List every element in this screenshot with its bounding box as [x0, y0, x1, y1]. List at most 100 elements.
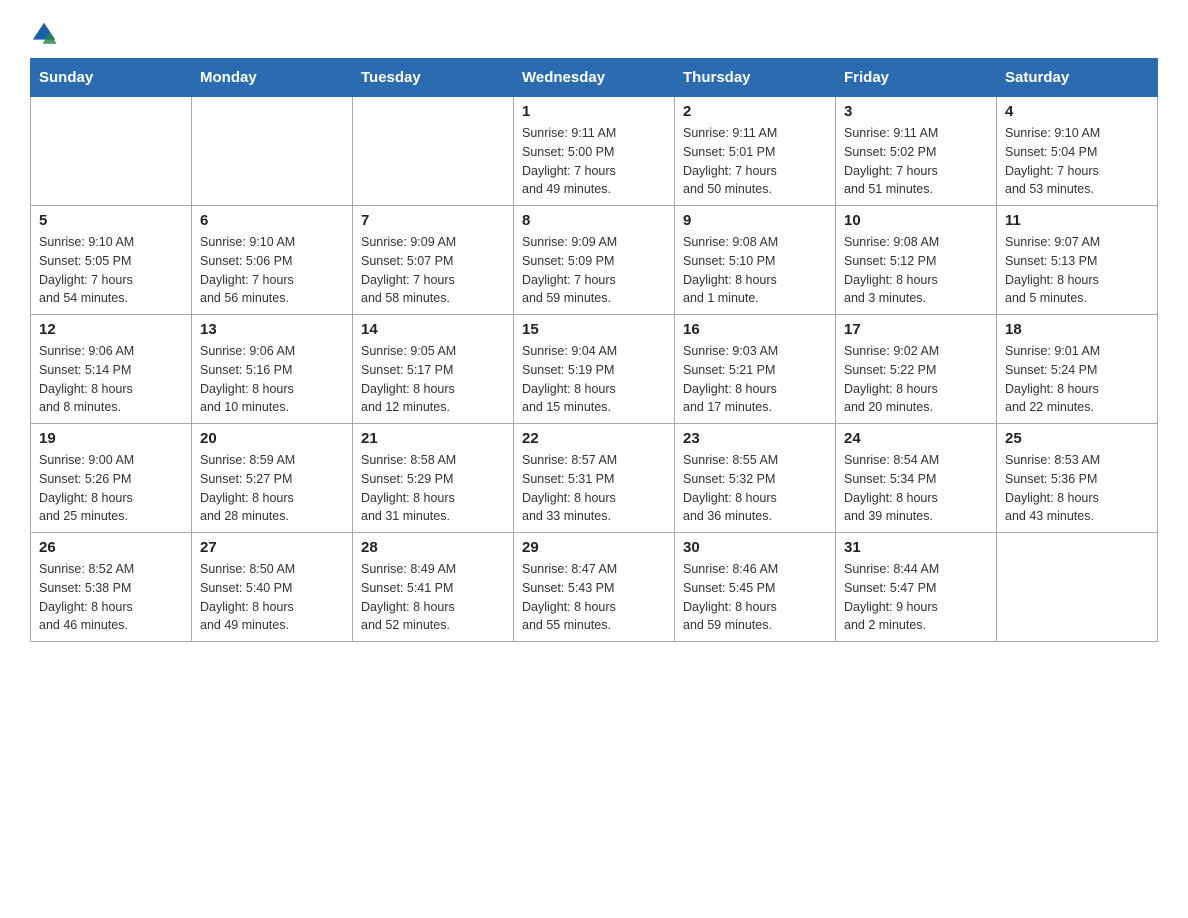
- weekday-header-row: SundayMondayTuesdayWednesdayThursdayFrid…: [31, 59, 1158, 97]
- day-info: Sunrise: 9:07 AMSunset: 5:13 PMDaylight:…: [1005, 233, 1149, 308]
- calendar-cell: 15 Sunrise: 9:04 AMSunset: 5:19 PMDayligh…: [514, 315, 675, 424]
- day-number: 4: [1005, 103, 1149, 120]
- day-number: 21: [361, 430, 505, 447]
- calendar-cell: 23 Sunrise: 8:55 AMSunset: 5:32 PMDayligh…: [675, 424, 836, 533]
- calendar-cell: 4 Sunrise: 9:10 AMSunset: 5:04 PMDaylight…: [997, 97, 1158, 206]
- weekday-header-sunday: Sunday: [31, 59, 192, 97]
- logo-icon: [30, 20, 58, 48]
- day-number: 31: [844, 539, 988, 556]
- day-number: 6: [200, 212, 344, 229]
- day-info: Sunrise: 8:58 AMSunset: 5:29 PMDaylight:…: [361, 451, 505, 526]
- day-number: 15: [522, 321, 666, 338]
- calendar-cell: 7 Sunrise: 9:09 AMSunset: 5:07 PMDaylight…: [353, 206, 514, 315]
- day-number: 26: [39, 539, 183, 556]
- day-number: 16: [683, 321, 827, 338]
- calendar-cell: 8Sunrise: 9:09 AMSunset: 5:09 PMDaylight…: [514, 206, 675, 315]
- day-number: 1: [522, 103, 666, 120]
- day-number: 18: [1005, 321, 1149, 338]
- day-info: Sunrise: 9:11 AMSunset: 5:01 PMDaylight:…: [683, 124, 827, 199]
- calendar-cell: 12 Sunrise: 9:06 AMSunset: 5:14 PMDayligh…: [31, 315, 192, 424]
- weekday-header-thursday: Thursday: [675, 59, 836, 97]
- calendar-week-2: 5 Sunrise: 9:10 AMSunset: 5:05 PMDaylight…: [31, 206, 1158, 315]
- calendar-cell: 1 Sunrise: 9:11 AMSunset: 5:00 PMDaylight…: [514, 97, 675, 206]
- day-number: 29: [522, 539, 666, 556]
- calendar-cell: 17 Sunrise: 9:02 AMSunset: 5:22 PMDayligh…: [836, 315, 997, 424]
- day-number: 30: [683, 539, 827, 556]
- day-info: Sunrise: 8:46 AMSunset: 5:45 PMDaylight:…: [683, 560, 827, 635]
- day-number: 28: [361, 539, 505, 556]
- day-info: Sunrise: 9:08 AMSunset: 5:12 PMDaylight:…: [844, 233, 988, 308]
- logo: [30, 20, 62, 48]
- day-info: Sunrise: 8:55 AMSunset: 5:32 PMDaylight:…: [683, 451, 827, 526]
- day-info: Sunrise: 9:01 AMSunset: 5:24 PMDaylight:…: [1005, 342, 1149, 417]
- calendar-week-4: 19Sunrise: 9:00 AMSunset: 5:26 PMDayligh…: [31, 424, 1158, 533]
- day-number: 5: [39, 212, 183, 229]
- calendar-cell: 9 Sunrise: 9:08 AMSunset: 5:10 PMDaylight…: [675, 206, 836, 315]
- calendar-cell: 29 Sunrise: 8:47 AMSunset: 5:43 PMDayligh…: [514, 533, 675, 642]
- day-number: 13: [200, 321, 344, 338]
- day-number: 9: [683, 212, 827, 229]
- day-info: Sunrise: 9:09 AMSunset: 5:07 PMDaylight:…: [361, 233, 505, 308]
- calendar-cell: 14 Sunrise: 9:05 AMSunset: 5:17 PMDayligh…: [353, 315, 514, 424]
- calendar-cell: 13 Sunrise: 9:06 AMSunset: 5:16 PMDayligh…: [192, 315, 353, 424]
- day-info: Sunrise: 8:52 AMSunset: 5:38 PMDaylight:…: [39, 560, 183, 635]
- calendar-cell: 16 Sunrise: 9:03 AMSunset: 5:21 PMDayligh…: [675, 315, 836, 424]
- day-info: Sunrise: 8:44 AMSunset: 5:47 PMDaylight:…: [844, 560, 988, 635]
- day-info: Sunrise: 8:54 AMSunset: 5:34 PMDaylight:…: [844, 451, 988, 526]
- day-number: 8: [522, 212, 666, 229]
- day-number: 24: [844, 430, 988, 447]
- day-info: Sunrise: 8:47 AMSunset: 5:43 PMDaylight:…: [522, 560, 666, 635]
- day-info: Sunrise: 9:00 AMSunset: 5:26 PMDaylight:…: [39, 451, 183, 526]
- weekday-header-friday: Friday: [836, 59, 997, 97]
- day-info: Sunrise: 8:57 AMSunset: 5:31 PMDaylight:…: [522, 451, 666, 526]
- calendar-cell: 19Sunrise: 9:00 AMSunset: 5:26 PMDayligh…: [31, 424, 192, 533]
- day-info: Sunrise: 9:06 AMSunset: 5:16 PMDaylight:…: [200, 342, 344, 417]
- day-number: 23: [683, 430, 827, 447]
- calendar-cell: [997, 533, 1158, 642]
- day-number: 2: [683, 103, 827, 120]
- weekday-header-monday: Monday: [192, 59, 353, 97]
- calendar-cell: 25Sunrise: 8:53 AMSunset: 5:36 PMDayligh…: [997, 424, 1158, 533]
- day-info: Sunrise: 8:49 AMSunset: 5:41 PMDaylight:…: [361, 560, 505, 635]
- day-info: Sunrise: 9:02 AMSunset: 5:22 PMDaylight:…: [844, 342, 988, 417]
- weekday-header-wednesday: Wednesday: [514, 59, 675, 97]
- calendar-cell: [192, 97, 353, 206]
- day-info: Sunrise: 9:11 AMSunset: 5:02 PMDaylight:…: [844, 124, 988, 199]
- day-info: Sunrise: 9:10 AMSunset: 5:04 PMDaylight:…: [1005, 124, 1149, 199]
- day-number: 22: [522, 430, 666, 447]
- weekday-header-tuesday: Tuesday: [353, 59, 514, 97]
- calendar-cell: 10Sunrise: 9:08 AMSunset: 5:12 PMDayligh…: [836, 206, 997, 315]
- calendar-cell: [353, 97, 514, 206]
- day-info: Sunrise: 8:59 AMSunset: 5:27 PMDaylight:…: [200, 451, 344, 526]
- day-info: Sunrise: 9:04 AMSunset: 5:19 PMDaylight:…: [522, 342, 666, 417]
- day-number: 12: [39, 321, 183, 338]
- day-info: Sunrise: 9:10 AMSunset: 5:05 PMDaylight:…: [39, 233, 183, 308]
- calendar-week-1: 1 Sunrise: 9:11 AMSunset: 5:00 PMDaylight…: [31, 97, 1158, 206]
- day-info: Sunrise: 9:11 AMSunset: 5:00 PMDaylight:…: [522, 124, 666, 199]
- day-info: Sunrise: 8:50 AMSunset: 5:40 PMDaylight:…: [200, 560, 344, 635]
- calendar-cell: 2 Sunrise: 9:11 AMSunset: 5:01 PMDaylight…: [675, 97, 836, 206]
- weekday-header-saturday: Saturday: [997, 59, 1158, 97]
- calendar-cell: 11Sunrise: 9:07 AMSunset: 5:13 PMDayligh…: [997, 206, 1158, 315]
- day-number: 20: [200, 430, 344, 447]
- calendar-cell: [31, 97, 192, 206]
- day-number: 17: [844, 321, 988, 338]
- calendar-cell: 27 Sunrise: 8:50 AMSunset: 5:40 PMDayligh…: [192, 533, 353, 642]
- day-number: 14: [361, 321, 505, 338]
- calendar-week-5: 26 Sunrise: 8:52 AMSunset: 5:38 PMDayligh…: [31, 533, 1158, 642]
- day-info: Sunrise: 8:53 AMSunset: 5:36 PMDaylight:…: [1005, 451, 1149, 526]
- day-info: Sunrise: 9:05 AMSunset: 5:17 PMDaylight:…: [361, 342, 505, 417]
- calendar-cell: 26 Sunrise: 8:52 AMSunset: 5:38 PMDayligh…: [31, 533, 192, 642]
- calendar-week-3: 12 Sunrise: 9:06 AMSunset: 5:14 PMDayligh…: [31, 315, 1158, 424]
- calendar-cell: 30 Sunrise: 8:46 AMSunset: 5:45 PMDayligh…: [675, 533, 836, 642]
- day-info: Sunrise: 9:08 AMSunset: 5:10 PMDaylight:…: [683, 233, 827, 308]
- calendar-cell: 31 Sunrise: 8:44 AMSunset: 5:47 PMDayligh…: [836, 533, 997, 642]
- day-info: Sunrise: 9:06 AMSunset: 5:14 PMDaylight:…: [39, 342, 183, 417]
- day-info: Sunrise: 9:03 AMSunset: 5:21 PMDaylight:…: [683, 342, 827, 417]
- day-number: 7: [361, 212, 505, 229]
- calendar-cell: 3Sunrise: 9:11 AMSunset: 5:02 PMDaylight…: [836, 97, 997, 206]
- calendar-cell: 5 Sunrise: 9:10 AMSunset: 5:05 PMDaylight…: [31, 206, 192, 315]
- day-number: 27: [200, 539, 344, 556]
- calendar-cell: 21 Sunrise: 8:58 AMSunset: 5:29 PMDayligh…: [353, 424, 514, 533]
- page-header: [30, 20, 1158, 48]
